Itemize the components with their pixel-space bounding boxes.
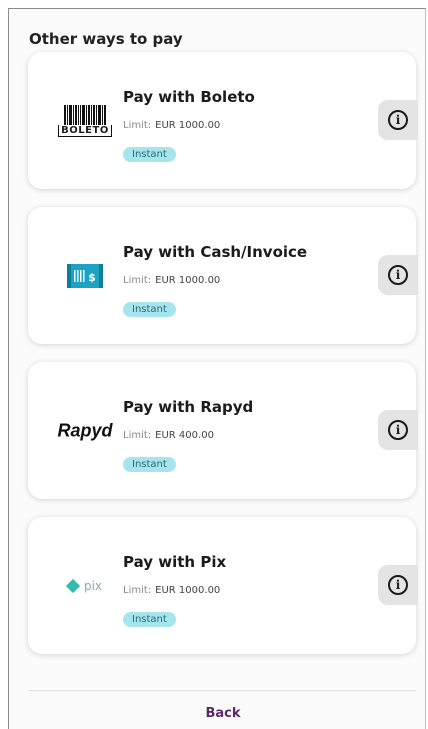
payment-option-name: Pay with Boleto — [123, 88, 255, 106]
instant-badge: Instant — [123, 457, 176, 472]
boleto-logo: BOLETO — [54, 104, 116, 137]
rapyd-logo-text: Rapyd — [57, 420, 113, 440]
limit-label: Limit: — [123, 430, 152, 441]
payment-option-limit: Limit: EUR 1000.00 — [123, 120, 220, 131]
info-button[interactable]: i — [378, 565, 418, 605]
limit-amount: EUR 1000.00 — [155, 585, 221, 596]
cash-invoice-icon: $ — [67, 263, 103, 288]
limit-amount: EUR 1000.00 — [155, 120, 221, 131]
cash-invoice-logo-text: $ — [88, 271, 96, 284]
payment-option-name: Pay with Pix — [123, 553, 227, 571]
limit-amount: EUR 400.00 — [155, 430, 214, 441]
pix-logo: pix — [54, 578, 116, 593]
instant-badge: Instant — [123, 147, 176, 162]
info-icon: i — [388, 420, 408, 440]
limit-label: Limit: — [123, 585, 152, 596]
payment-option-limit: Limit: EUR 1000.00 — [123, 585, 220, 596]
limit-amount: EUR 1000.00 — [155, 275, 221, 286]
instant-badge: Instant — [123, 612, 176, 627]
payment-option-name: Pay with Cash/Invoice — [123, 243, 308, 261]
payment-option-rapyd[interactable]: Rapyd Pay with Rapyd Limit: EUR 400.00 In… — [28, 362, 418, 499]
payment-option-name: Pay with Rapyd — [123, 398, 254, 416]
rapyd-logo: Rapyd — [54, 420, 116, 441]
info-button[interactable]: i — [378, 410, 418, 450]
info-icon: i — [388, 575, 408, 595]
info-button[interactable]: i — [378, 100, 418, 140]
barcode-icon — [63, 104, 107, 125]
info-icon: i — [388, 110, 408, 130]
payment-option-limit: Limit: EUR 1000.00 — [123, 275, 220, 286]
payment-option-cash-invoice[interactable]: $ Pay with Cash/Invoice Limit: EUR 1000.0… — [28, 207, 418, 344]
instant-badge: Instant — [123, 302, 176, 317]
payment-option-limit: Limit: EUR 400.00 — [123, 430, 214, 441]
limit-label: Limit: — [123, 120, 152, 131]
limit-label: Limit: — [123, 275, 152, 286]
payment-option-boleto[interactable]: BOLETO Pay with Boleto Limit: EUR 1000.00… — [28, 52, 418, 189]
payment-option-pix[interactable]: pix Pay with Pix Limit: EUR 1000.00 Insta… — [28, 517, 418, 654]
info-icon: i — [388, 265, 408, 285]
back-button[interactable]: Back — [0, 706, 428, 721]
section-title: Other ways to pay — [29, 30, 183, 48]
info-button[interactable]: i — [378, 255, 418, 295]
cash-invoice-logo: $ — [54, 261, 116, 291]
boleto-logo-text: BOLETO — [58, 124, 112, 137]
pix-logo-text: pix — [83, 578, 103, 593]
pix-diamond-icon — [65, 578, 81, 593]
divider — [28, 690, 416, 691]
